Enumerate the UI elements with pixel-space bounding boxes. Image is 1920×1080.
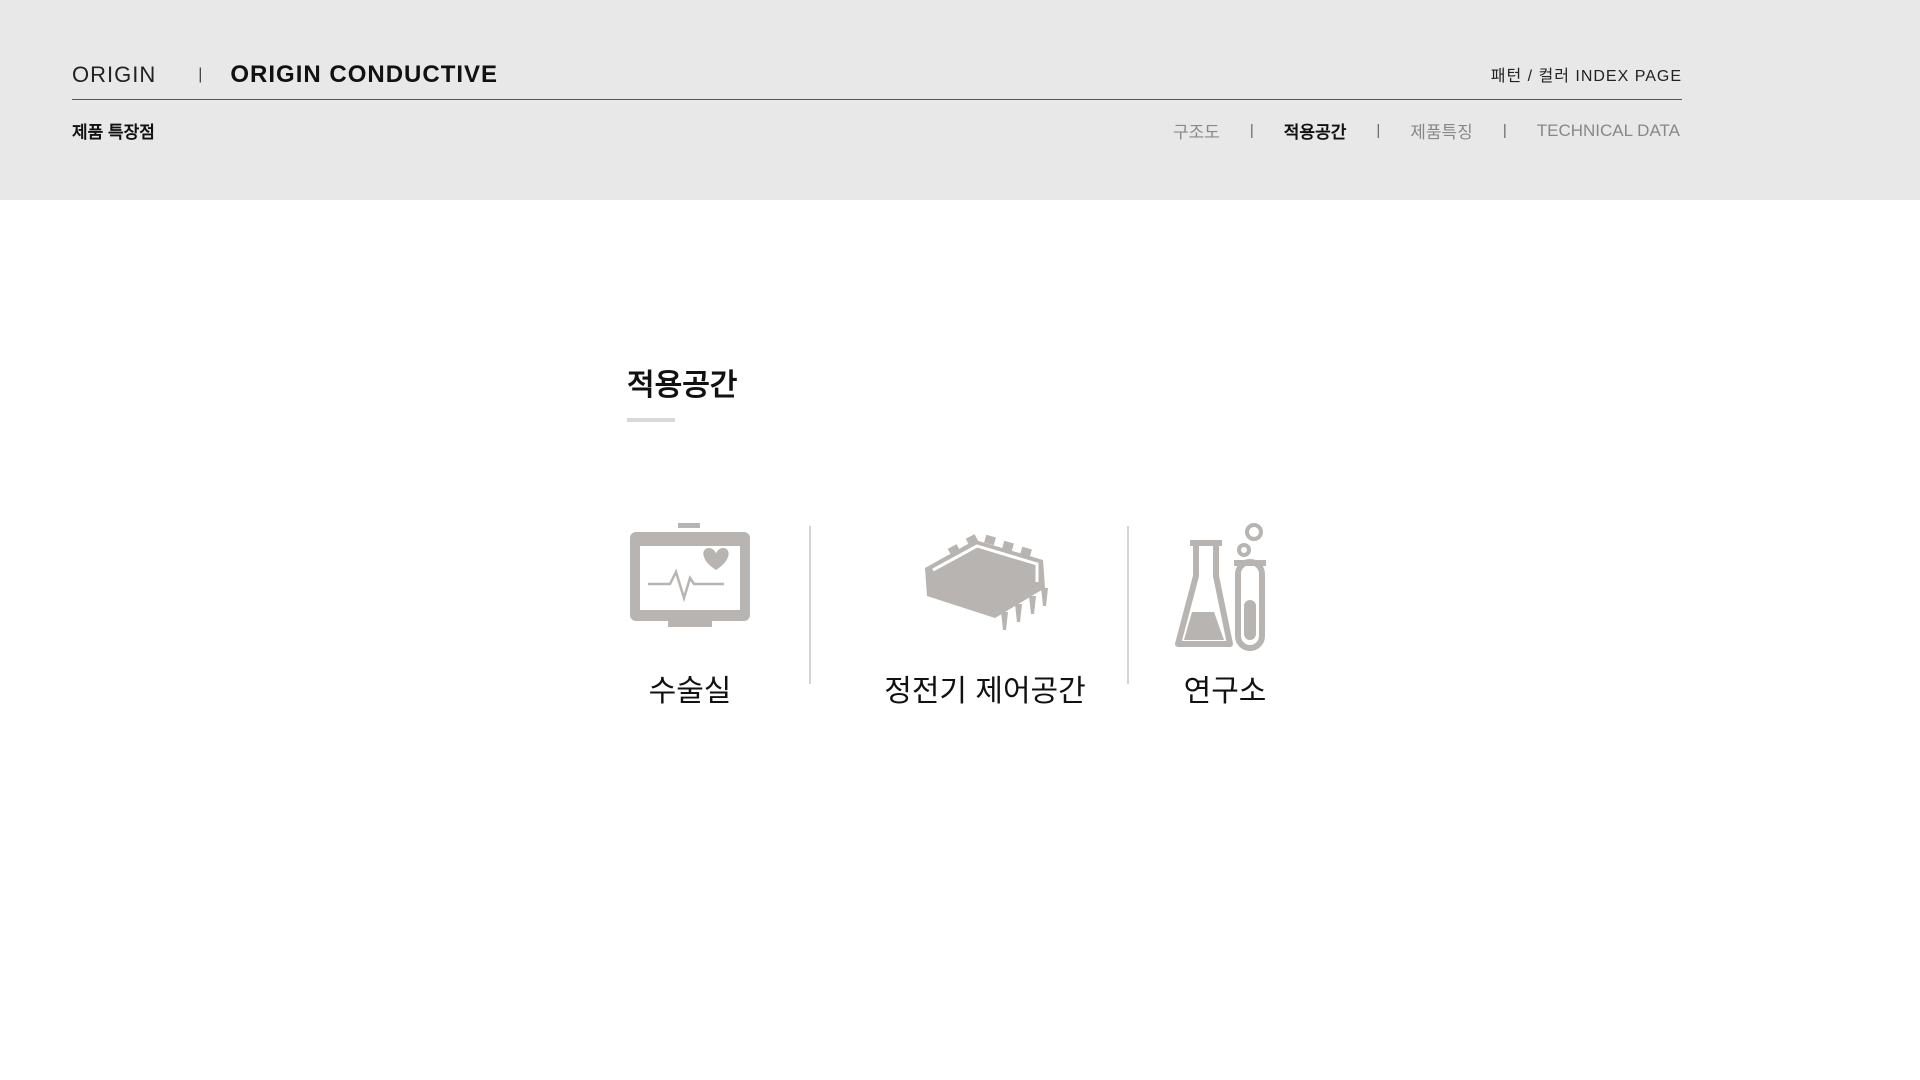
tab-technical-data[interactable]: TECHNICAL DATA xyxy=(1537,121,1680,141)
space-label: 수술실 xyxy=(648,675,732,708)
application-spaces: 수술실 정전기 제어공간 연구소 xyxy=(600,520,1340,740)
title-underline xyxy=(627,418,675,422)
column-divider xyxy=(1127,526,1129,684)
tab-divider: | xyxy=(1376,122,1381,139)
space-label: 연구소 xyxy=(1183,675,1267,708)
heart-monitor-icon xyxy=(630,523,750,627)
space-operating-room: 수술실 xyxy=(610,520,770,710)
space-laboratory: 연구소 xyxy=(1160,520,1290,710)
microchip-icon xyxy=(925,534,1048,630)
header-divider xyxy=(72,99,1682,100)
tab-features[interactable]: 제품특징 xyxy=(1410,118,1473,143)
content-title: 적용공간 xyxy=(627,369,738,402)
tab-applications[interactable]: 적용공간 xyxy=(1284,118,1347,143)
page-header: ORIGIN | ORIGIN CONDUCTIVE 패턴 / 컬러 INDEX… xyxy=(0,0,1920,200)
index-page-link[interactable]: 패턴 / 컬러 INDEX PAGE xyxy=(1491,62,1682,86)
space-label: 정전기 제어공간 xyxy=(884,675,1086,708)
space-esd-control: 정전기 제어공간 xyxy=(840,520,1130,710)
column-divider xyxy=(809,526,811,684)
section-title: 제품 특장점 xyxy=(72,123,155,142)
tab-divider: | xyxy=(1249,122,1254,139)
lab-flask-icon xyxy=(1175,523,1266,651)
tab-structure[interactable]: 구조도 xyxy=(1173,118,1220,143)
brand-logo[interactable]: ORIGIN xyxy=(72,62,156,88)
brand-separator: | xyxy=(198,66,203,83)
brand-bar: ORIGIN | ORIGIN CONDUCTIVE xyxy=(72,60,498,90)
sub-navigation: 구조도 | 적용공간 | 제품특징 | TECHNICAL DATA xyxy=(1173,118,1680,143)
tab-divider: | xyxy=(1502,122,1507,139)
product-name: ORIGIN CONDUCTIVE xyxy=(230,61,499,88)
